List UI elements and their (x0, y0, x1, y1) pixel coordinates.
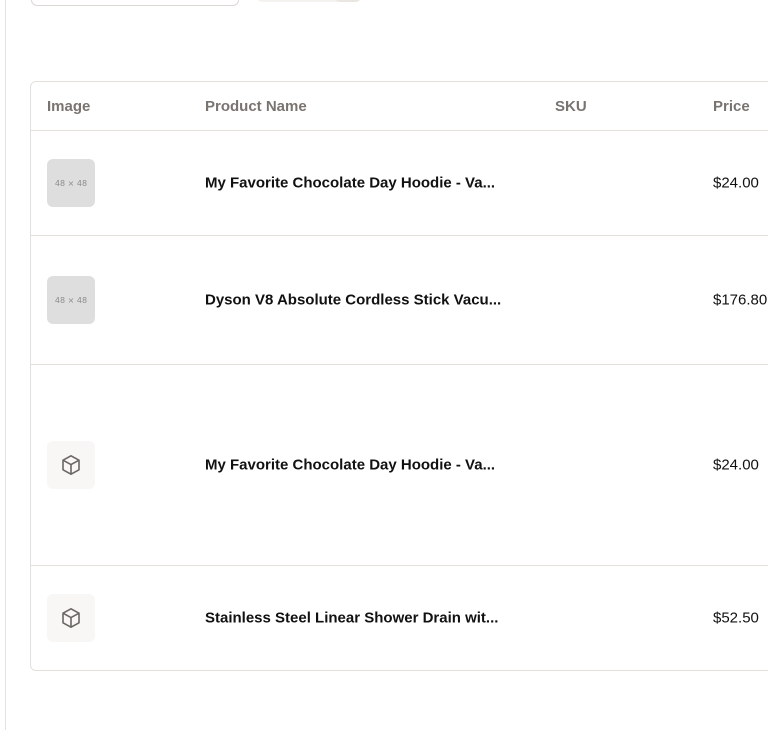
table-row[interactable]: 48 × 48 My Favorite Chocolate Day Hoodie… (31, 131, 768, 236)
table-row[interactable]: My Favorite Chocolate Day Hoodie - Va...… (31, 365, 768, 566)
product-price: $176.80 (713, 291, 768, 309)
box-icon (62, 455, 80, 475)
product-price: $52.50 (713, 609, 759, 627)
column-header-image[interactable]: Image (47, 98, 90, 115)
table-row[interactable]: 48 × 48 Dyson V8 Absolute Cordless Stick… (31, 236, 768, 365)
search-input[interactable] (31, 0, 239, 6)
view-toggle[interactable] (256, 0, 362, 2)
product-price: $24.00 (713, 174, 759, 192)
column-header-price[interactable]: Price (713, 98, 750, 115)
product-thumbnail-placeholder: 48 × 48 (47, 276, 95, 324)
column-header-product-name[interactable]: Product Name (205, 98, 307, 115)
product-name[interactable]: Dyson V8 Absolute Cordless Stick Vacu... (205, 292, 501, 309)
table-header: Image Product Name SKU Price (31, 82, 768, 131)
toggle-knob[interactable] (334, 0, 362, 2)
sidebar-divider (5, 0, 6, 730)
product-price: $24.00 (713, 456, 759, 474)
table-row[interactable]: Stainless Steel Linear Shower Drain wit.… (31, 566, 768, 670)
product-name[interactable]: My Favorite Chocolate Day Hoodie - Va... (205, 175, 495, 192)
column-header-sku[interactable]: SKU (555, 98, 587, 115)
placeholder-label: 48 × 48 (54, 178, 88, 188)
product-thumbnail (47, 441, 95, 489)
box-icon (62, 608, 80, 628)
product-thumbnail-placeholder: 48 × 48 (47, 159, 95, 207)
product-name[interactable]: My Favorite Chocolate Day Hoodie - Va... (205, 457, 495, 474)
products-table: Image Product Name SKU Price 48 × 48 My … (30, 81, 768, 671)
product-thumbnail (47, 594, 95, 642)
placeholder-label: 48 × 48 (54, 295, 88, 305)
product-name[interactable]: Stainless Steel Linear Shower Drain wit.… (205, 610, 498, 627)
